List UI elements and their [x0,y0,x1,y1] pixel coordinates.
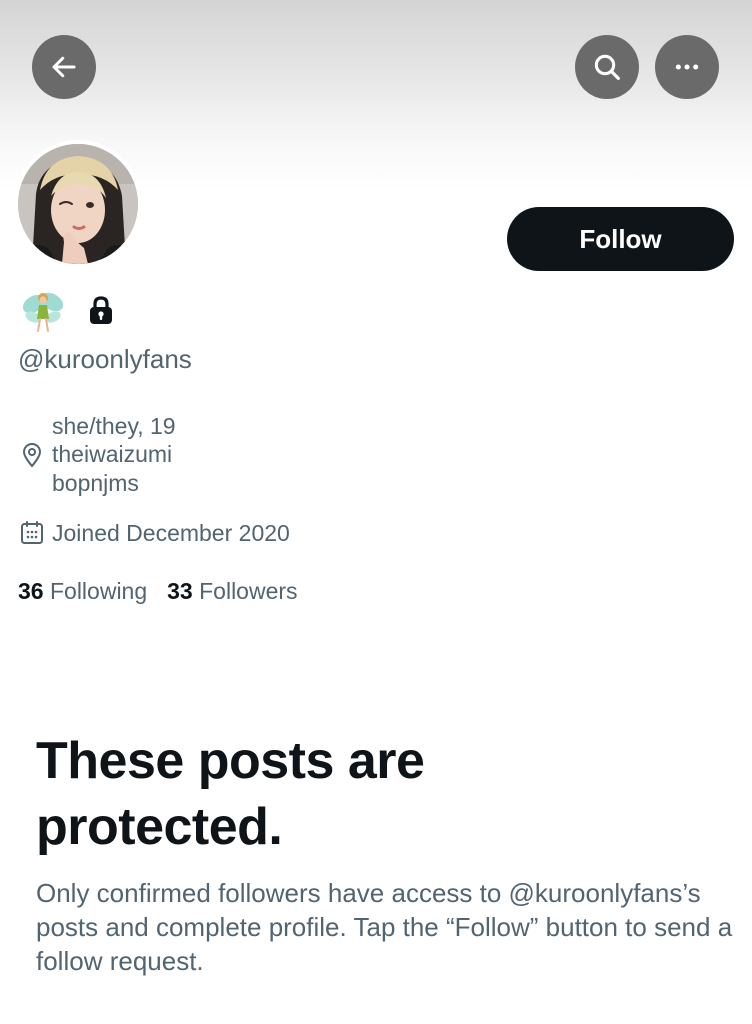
followers-label: Followers [199,578,298,604]
following-link[interactable]: 36 Following [18,576,147,606]
search-button[interactable] [575,35,639,99]
protected-posts-title: These posts are protected. [36,732,425,856]
display-name-row [20,286,114,334]
joined-date: Joined December 2020 [52,520,290,546]
following-label: Following [49,578,148,604]
bio-line: bopnjms [52,470,139,496]
location-icon [22,443,42,468]
profile-stats: 36 Following 33 Followers [18,576,298,606]
fairy-emoji-icon [22,292,64,332]
followers-link[interactable]: 33 Followers [167,576,297,606]
arrow-left-icon [52,56,76,78]
followers-count: 33 [167,578,193,604]
calendar-icon [21,521,43,544]
bio-line: she/they, 19 [52,413,176,439]
back-button[interactable] [32,35,96,99]
bio-line: theiwaizumi [52,441,173,467]
following-count: 36 [18,578,44,604]
profile-handle: @kuroonlyfans [18,344,192,374]
follow-button[interactable]: Follow [507,207,734,271]
protected-posts-description: Only confirmed followers have access to … [36,878,733,976]
search-icon [594,54,620,80]
lock-icon [90,296,112,324]
more-horizontal-icon [675,64,699,70]
avatar-image [18,144,138,264]
avatar[interactable] [14,140,142,268]
more-button[interactable] [655,35,719,99]
